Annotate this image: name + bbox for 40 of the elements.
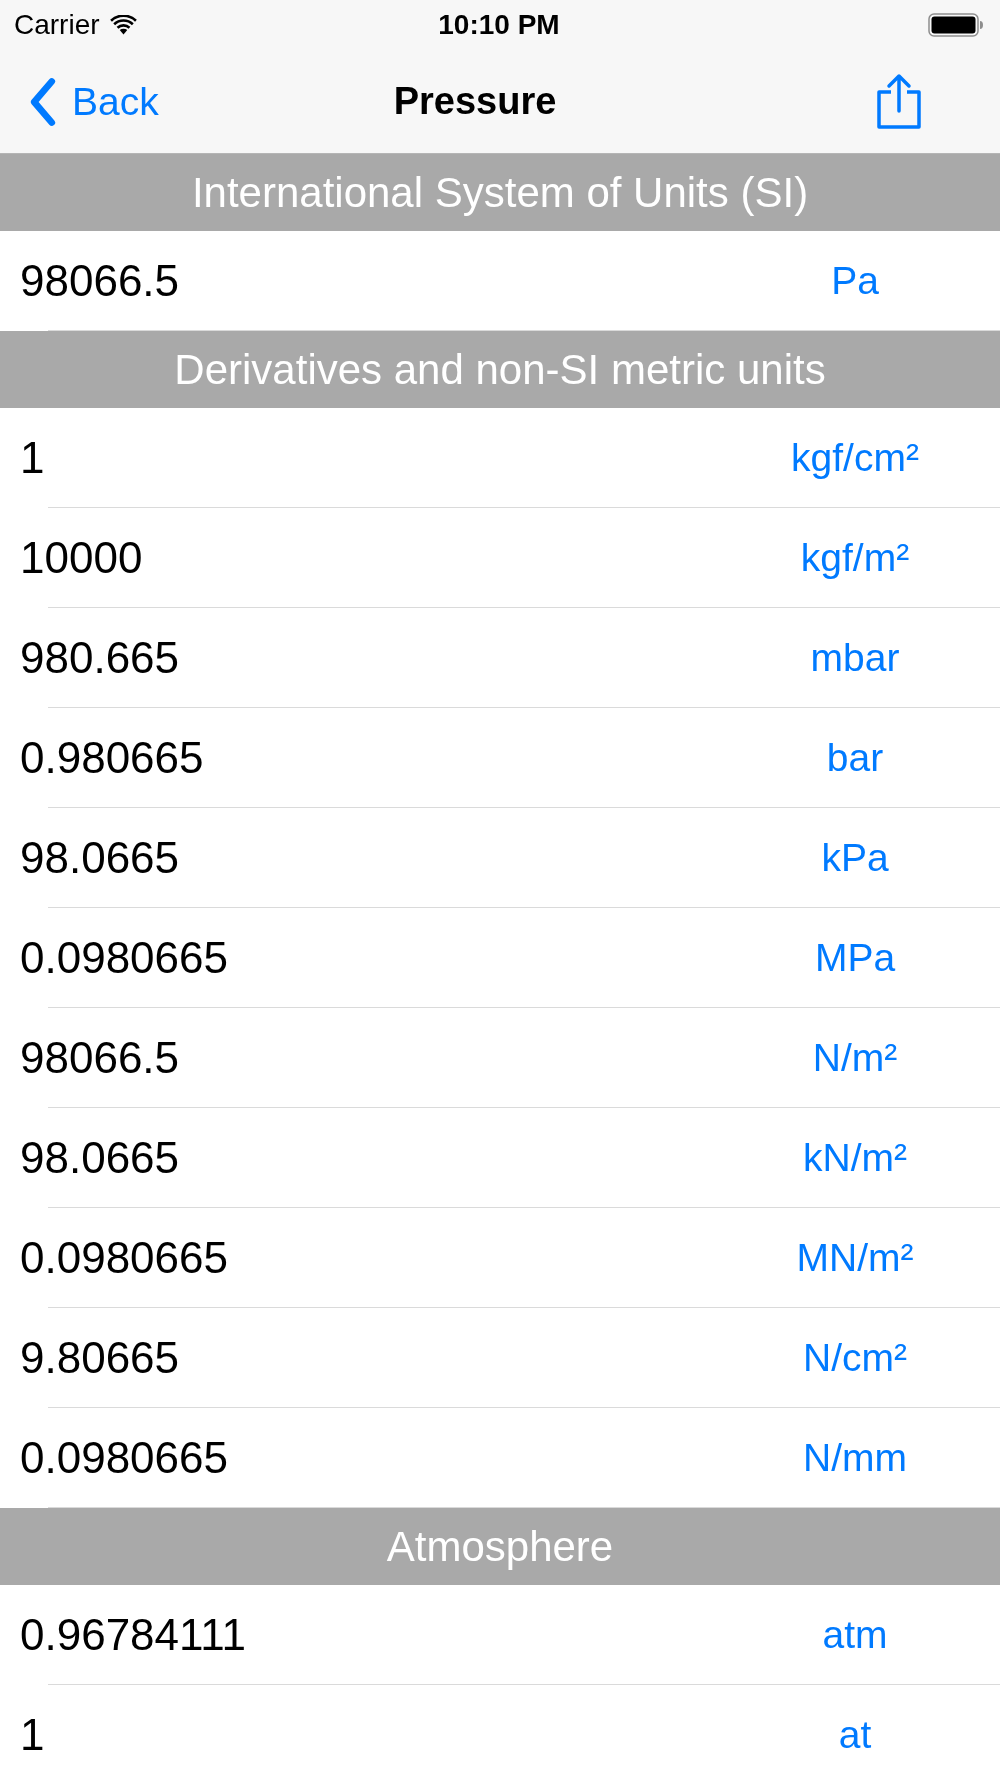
value-text: 0.980665 bbox=[20, 733, 204, 783]
value-text: 98066.5 bbox=[20, 256, 180, 306]
unit-button[interactable]: MPa bbox=[814, 936, 896, 980]
value-text: 98.0665 bbox=[20, 1133, 180, 1183]
value-text: 0.0980665 bbox=[20, 1433, 228, 1483]
value-text: 0.96784111 bbox=[20, 1610, 246, 1660]
share-icon bbox=[876, 73, 922, 130]
chevron-left-icon bbox=[28, 76, 58, 127]
unit-button[interactable]: MN/m² bbox=[796, 1236, 914, 1280]
unit-button[interactable]: bar bbox=[826, 736, 884, 780]
value-text: 98.0665 bbox=[20, 833, 180, 883]
value-text: 10000 bbox=[20, 533, 143, 583]
value-text: 9.80665 bbox=[20, 1333, 180, 1383]
value-text: 980.665 bbox=[20, 633, 180, 683]
unit-button[interactable]: N/cm² bbox=[803, 1336, 907, 1380]
section-header: International System of Units (SI) bbox=[0, 154, 1000, 231]
value-text: 98066.5 bbox=[20, 1033, 180, 1083]
unit-button[interactable]: kgf/m² bbox=[800, 536, 910, 580]
back-button[interactable]: Back bbox=[28, 76, 159, 127]
screen-title: Pressure bbox=[393, 80, 557, 123]
unit-button[interactable]: kgf/cm² bbox=[791, 436, 919, 480]
status-time: 10:10 PM bbox=[438, 9, 560, 41]
unit-button[interactable]: Pa bbox=[831, 259, 879, 303]
unit-button[interactable]: N/mm bbox=[803, 1436, 907, 1480]
unit-button[interactable]: atm bbox=[822, 1613, 888, 1657]
carrier-name: Carrier bbox=[14, 9, 100, 41]
unit-button[interactable]: N/m² bbox=[812, 1036, 898, 1080]
value-text: 0.0980665 bbox=[20, 933, 228, 983]
value-text: 1 bbox=[20, 433, 45, 483]
share-button[interactable] bbox=[876, 73, 922, 130]
battery-icon bbox=[928, 13, 984, 37]
section-header: Atmosphere bbox=[0, 1508, 1000, 1585]
value-text: 0.0980665 bbox=[20, 1233, 228, 1283]
unit-button[interactable]: mbar bbox=[810, 636, 900, 680]
unit-button[interactable]: kPa bbox=[821, 836, 889, 880]
unit-button[interactable]: kN/m² bbox=[803, 1136, 907, 1180]
wifi-icon bbox=[109, 15, 137, 35]
value-text: 1 bbox=[20, 1710, 45, 1760]
unit-button[interactable]: at bbox=[838, 1713, 872, 1757]
section-header: Derivatives and non-SI metric units bbox=[0, 331, 1000, 408]
